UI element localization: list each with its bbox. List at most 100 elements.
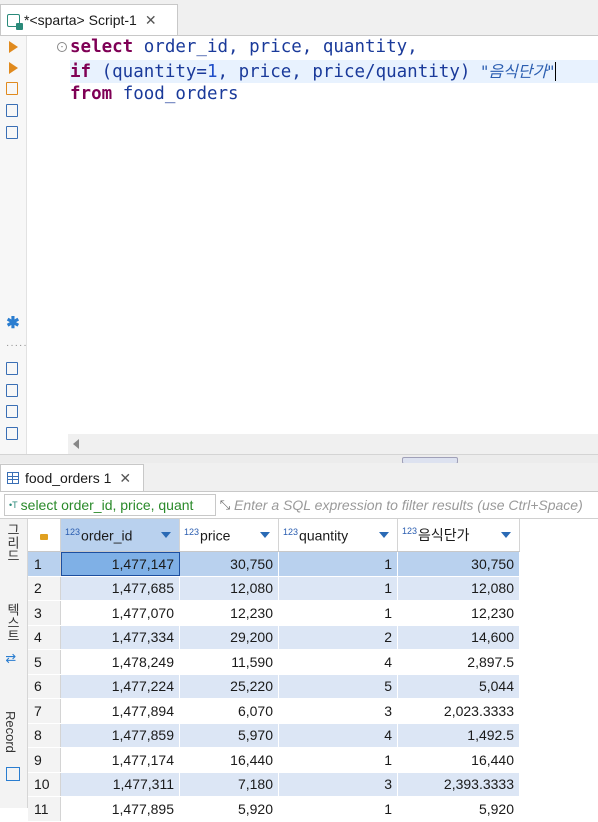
- table-row[interactable]: 2 1,477,685 12,080 1 12,080: [28, 576, 520, 601]
- table-cell[interactable]: 25,220: [179, 674, 279, 699]
- table-cell[interactable]: 5,920: [397, 796, 520, 822]
- table-cell[interactable]: 2,393.3333: [397, 772, 520, 797]
- table-cell[interactable]: 1: [278, 747, 398, 773]
- table-cell[interactable]: 1,477,685: [60, 576, 180, 601]
- sql-editor[interactable]: select order_id, price, quantity, if (qua…: [70, 36, 598, 107]
- table-cell[interactable]: 2,897.5: [397, 649, 520, 675]
- settings-icon[interactable]: ✱: [6, 316, 20, 332]
- row-number[interactable]: 9: [28, 747, 61, 773]
- table-cell[interactable]: 1,477,859: [60, 723, 180, 748]
- table-cell[interactable]: 12,230: [179, 600, 279, 626]
- table-cell[interactable]: 5,044: [397, 674, 520, 699]
- load-script-icon[interactable]: [6, 104, 20, 118]
- row-number[interactable]: 8: [28, 723, 61, 748]
- terminal-icon[interactable]: [6, 126, 20, 140]
- row-number[interactable]: 3: [28, 600, 61, 626]
- column-header-quantity[interactable]: 123quantity: [278, 519, 398, 552]
- table-cell[interactable]: 1: [278, 600, 398, 626]
- table-row[interactable]: 3 1,477,070 12,230 1 12,230: [28, 600, 520, 626]
- table-cell[interactable]: 12,230: [397, 600, 520, 626]
- table-cell[interactable]: 30,750: [179, 551, 279, 577]
- row-number[interactable]: 1: [28, 551, 61, 577]
- table-cell[interactable]: 30,750: [397, 551, 520, 577]
- table-cell[interactable]: 1: [278, 796, 398, 822]
- table-row[interactable]: 1 1,477,147 30,750 1 30,750: [28, 551, 520, 577]
- table-cell[interactable]: 11,590: [179, 649, 279, 675]
- table-cell[interactable]: 2: [278, 625, 398, 650]
- scroll-left-icon[interactable]: [73, 439, 79, 449]
- grid-view-tab[interactable]: 그리드: [3, 523, 22, 562]
- sql-line[interactable]: if (quantity=1, price, price/quantity) "…: [70, 59, 598, 83]
- text-view-icon[interactable]: ⇅: [3, 653, 18, 664]
- row-number[interactable]: 10: [28, 772, 61, 797]
- execute-script-icon[interactable]: [6, 62, 20, 76]
- table-row[interactable]: 7 1,477,894 6,070 3 2,023.3333: [28, 698, 520, 724]
- close-tab-icon[interactable]: ✕: [145, 12, 157, 29]
- table-cell[interactable]: 1,477,311: [60, 772, 180, 797]
- table-cell[interactable]: 4: [278, 649, 398, 675]
- row-number[interactable]: 4: [28, 625, 61, 650]
- record-view-icon[interactable]: [6, 767, 20, 781]
- table-cell[interactable]: 5,920: [179, 796, 279, 822]
- column-header-order-id[interactable]: 123order_id: [60, 519, 180, 552]
- table-cell[interactable]: 29,200: [179, 625, 279, 650]
- close-results-tab-icon[interactable]: ✕: [119, 470, 131, 487]
- row-number[interactable]: 11: [28, 796, 61, 822]
- table-row[interactable]: 4 1,477,334 29,200 2 14,600: [28, 625, 520, 650]
- outline-icon[interactable]: [6, 427, 20, 441]
- row-number[interactable]: 6: [28, 674, 61, 699]
- table-cell[interactable]: 1: [278, 551, 398, 577]
- execute-icon[interactable]: [6, 41, 20, 55]
- column-menu-icon[interactable]: [501, 532, 511, 538]
- record-view-tab[interactable]: Record: [3, 711, 18, 753]
- table-cell[interactable]: 1,477,895: [60, 796, 180, 822]
- text-view-tab[interactable]: 텍스트: [3, 603, 22, 642]
- column-header-unit-price[interactable]: 123음식단가: [397, 519, 520, 552]
- row-number-header[interactable]: [28, 519, 61, 552]
- column-menu-icon[interactable]: [161, 532, 171, 538]
- column-menu-icon[interactable]: [379, 532, 389, 538]
- table-cell[interactable]: 3: [278, 698, 398, 724]
- sql-line[interactable]: select order_id, price, quantity,: [70, 36, 598, 60]
- table-cell[interactable]: 12,080: [179, 576, 279, 601]
- table-cell[interactable]: 1,477,334: [60, 625, 180, 650]
- table-cell[interactable]: 12,080: [397, 576, 520, 601]
- explain-plan-icon[interactable]: [6, 82, 20, 96]
- table-cell[interactable]: 14,600: [397, 625, 520, 650]
- fold-toggle-icon[interactable]: -: [57, 42, 67, 52]
- row-number[interactable]: 2: [28, 576, 61, 601]
- editor-horizontal-scrollbar[interactable]: [68, 434, 598, 454]
- table-row[interactable]: 11 1,477,895 5,920 1 5,920: [28, 796, 520, 822]
- column-menu-icon[interactable]: [260, 532, 270, 538]
- table-cell[interactable]: 4: [278, 723, 398, 748]
- table-row[interactable]: 6 1,477,224 25,220 5 5,044: [28, 674, 520, 699]
- table-row[interactable]: 10 1,477,311 7,180 3 2,393.3333: [28, 772, 520, 797]
- table-cell[interactable]: 16,440: [179, 747, 279, 773]
- table-cell[interactable]: 1,492.5: [397, 723, 520, 748]
- table-cell[interactable]: 5,970: [179, 723, 279, 748]
- table-cell[interactable]: 1,477,147: [60, 551, 180, 577]
- table-cell[interactable]: 16,440: [397, 747, 520, 773]
- table-cell[interactable]: 1,477,224: [60, 674, 180, 699]
- query-text-box[interactable]: •T select order_id, price, quant: [4, 494, 216, 516]
- table-cell[interactable]: 1: [278, 576, 398, 601]
- row-number[interactable]: 5: [28, 649, 61, 675]
- expand-filter-icon[interactable]: ⤡: [216, 497, 234, 513]
- filter-input[interactable]: Enter a SQL expression to filter results…: [234, 497, 598, 513]
- table-cell[interactable]: 6,070: [179, 698, 279, 724]
- table-cell[interactable]: 3: [278, 772, 398, 797]
- table-cell[interactable]: 1,477,894: [60, 698, 180, 724]
- tab-script-1[interactable]: *<sparta> Script-1 ✕: [0, 4, 178, 35]
- sql-line[interactable]: from food_orders: [70, 83, 598, 107]
- row-number[interactable]: 7: [28, 698, 61, 724]
- table-cell[interactable]: 2,023.3333: [397, 698, 520, 724]
- format-icon[interactable]: [6, 405, 20, 419]
- table-cell[interactable]: 1,477,070: [60, 600, 180, 626]
- table-row[interactable]: 9 1,477,174 16,440 1 16,440: [28, 747, 520, 773]
- table-cell[interactable]: 1,478,249: [60, 649, 180, 675]
- table-row[interactable]: 8 1,477,859 5,970 4 1,492.5: [28, 723, 520, 748]
- table-cell[interactable]: 5: [278, 674, 398, 699]
- table-cell[interactable]: 7,180: [179, 772, 279, 797]
- import-icon[interactable]: [6, 384, 20, 398]
- column-header-price[interactable]: 123price: [179, 519, 279, 552]
